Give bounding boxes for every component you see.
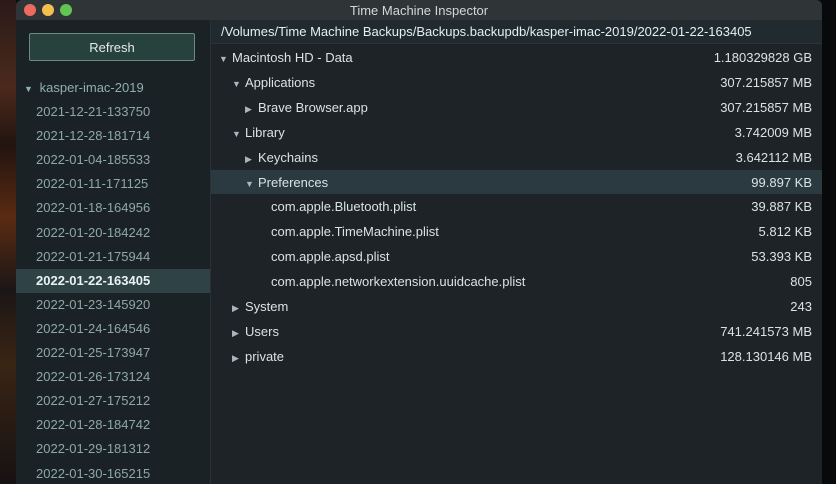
tree-row-size: 128.130146 MB	[720, 348, 812, 364]
snapshot-item[interactable]: 2022-01-24-164546	[16, 317, 210, 341]
disclosure-collapsed-icon[interactable]: ▶	[232, 321, 245, 346]
host-item[interactable]: ▼ kasper-imac-2019	[24, 80, 144, 95]
tree-row[interactable]: com.apple.Bluetooth.plist 39.887 KB	[211, 194, 822, 219]
snapshot-item[interactable]: 2022-01-04-185533	[16, 148, 210, 172]
tree-row-label: System	[245, 299, 289, 314]
snapshot-item[interactable]: 2022-01-25-173947	[16, 341, 210, 365]
tree-row-label: Keychains	[258, 149, 318, 165]
tree-row-label: com.apple.apsd.plist	[271, 249, 390, 265]
snapshot-item[interactable]: 2022-01-26-173124	[16, 365, 210, 389]
tree-row-name: com.apple.networkextension.uuidcache.pli…	[258, 269, 525, 294]
tree-row-name: com.apple.apsd.plist	[258, 244, 390, 269]
tree-row-size: 243	[790, 299, 812, 314]
disclosure-expanded-icon[interactable]: ▼	[232, 122, 245, 147]
snapshot-item[interactable]: 2022-01-27-175212	[16, 389, 210, 413]
disclosure-collapsed-icon[interactable]: ▶	[232, 296, 245, 321]
snapshot-item[interactable]: 2021-12-28-181714	[16, 124, 210, 148]
tree-row-size: 1.180329828 GB	[713, 50, 812, 65]
tree-row-size: 39.887 KB	[751, 199, 812, 215]
tree-row[interactable]: ▼ Library 3.742009 MB	[211, 120, 822, 145]
tree-row[interactable]: com.apple.networkextension.uuidcache.pli…	[211, 269, 822, 294]
tree-row-label: com.apple.Bluetooth.plist	[271, 199, 417, 215]
path-bar: /Volumes/Time Machine Backups/Backups.ba…	[211, 20, 822, 44]
tree-row-label: Users	[245, 323, 279, 339]
tree-row-size: 307.215857 MB	[720, 74, 812, 90]
tree-row-label: Preferences	[258, 174, 329, 190]
snapshot-item[interactable]: 2022-01-21-175944	[16, 245, 210, 269]
tree-row-size: 307.215857 MB	[720, 99, 812, 115]
host-label: kasper-imac-2019	[39, 80, 144, 95]
snapshot-item[interactable]: 2022-01-28-184742	[16, 413, 210, 437]
tree-row-size: 99.897 KB	[751, 174, 812, 190]
tree-row[interactable]: ▶ System 243	[211, 294, 822, 319]
tree-row-size: 3.642112 MB	[735, 149, 812, 165]
tree-row[interactable]: ▼ Applications 307.215857 MB	[211, 70, 822, 95]
tree-row-name: ▶ Keychains	[245, 145, 318, 172]
disclosure-collapsed-icon[interactable]: ▶	[232, 346, 245, 371]
desktop-background-right	[822, 0, 836, 484]
tree-row-name: ▶ System	[232, 294, 288, 321]
tree-row-size: 3.742009 MB	[734, 124, 812, 140]
snapshot-item[interactable]: 2022-01-20-184242	[16, 221, 210, 245]
window-title: Time Machine Inspector	[349, 3, 489, 18]
tree-row[interactable]: ▼ Preferences 99.897 KB	[211, 169, 822, 197]
tree-row-name: com.apple.Bluetooth.plist	[258, 194, 416, 219]
tree-row[interactable]: ▶ Keychains 3.642112 MB	[211, 145, 822, 170]
tree-row-name: ▼ Library	[232, 120, 285, 147]
tree-row-size: 5.812 KB	[758, 224, 813, 240]
tree-row[interactable]: com.apple.apsd.plist 53.393 KB	[211, 244, 822, 269]
tree-row[interactable]: ▼ Macintosh HD - Data 1.180329828 GB	[211, 45, 822, 70]
tree-row-label: Macintosh HD - Data	[232, 50, 353, 65]
snapshot-item[interactable]: 2022-01-11-171125	[16, 172, 210, 196]
disclosure-expanded-icon[interactable]: ▼	[219, 47, 232, 72]
snapshot-item[interactable]: 2022-01-23-145920	[16, 293, 210, 317]
disclosure-collapsed-icon[interactable]: ▶	[245, 97, 258, 122]
disclosure-expanded-icon[interactable]: ▼	[245, 172, 258, 197]
snapshot-item[interactable]: 2021-12-21-133750	[16, 100, 210, 124]
tree-row-size: 741.241573 MB	[720, 323, 812, 339]
tree-row[interactable]: com.apple.TimeMachine.plist 5.812 KB	[211, 219, 822, 244]
snapshot-item[interactable]: 2022-01-30-165215	[16, 462, 210, 484]
disclosure-expanded-icon[interactable]: ▼	[24, 84, 36, 94]
tree-row-size: 53.393 KB	[751, 249, 812, 265]
snapshot-item[interactable]: 2022-01-22-163405	[16, 268, 210, 294]
tree-row-name: ▶ Users	[232, 319, 279, 346]
tree-row[interactable]: ▶ Brave Browser.app 307.215857 MB	[211, 95, 822, 120]
tree-row-name: ▶ private	[232, 344, 284, 371]
desktop-wallpaper-left	[0, 0, 16, 484]
tree-row-name: ▶ Brave Browser.app	[245, 95, 368, 122]
tree-row-name: ▼ Macintosh HD - Data	[219, 45, 353, 72]
tree-row-label: Brave Browser.app	[258, 99, 368, 115]
tree-row-name: com.apple.TimeMachine.plist	[258, 219, 439, 244]
tree-row-label: Applications	[245, 74, 316, 90]
disclosure-expanded-icon[interactable]: ▼	[232, 72, 245, 97]
sidebar: Refresh ▼ kasper-imac-2019 2021-12-21-13…	[16, 20, 211, 484]
tree-row-label: com.apple.networkextension.uuidcache.pli…	[271, 274, 526, 290]
refresh-button[interactable]: Refresh	[29, 33, 195, 61]
tree-row-size: 805	[790, 274, 812, 290]
app-window: Time Machine Inspector Refresh ▼ kasper-…	[16, 0, 822, 484]
disclosure-collapsed-icon[interactable]: ▶	[245, 147, 258, 172]
tree-row[interactable]: ▶ Users 741.241573 MB	[211, 319, 822, 344]
snapshot-item[interactable]: 2022-01-18-164956	[16, 196, 210, 220]
snapshot-item[interactable]: 2022-01-29-181312	[16, 437, 210, 461]
file-browser: /Volumes/Time Machine Backups/Backups.ba…	[211, 20, 822, 484]
tree-row-label: Library	[245, 124, 285, 140]
tree-row[interactable]: ▶ private 128.130146 MB	[211, 344, 822, 369]
tree-row-name: ▼ Preferences	[245, 170, 328, 197]
title-bar: Time Machine Inspector	[16, 0, 822, 21]
tree-row-label: private	[245, 348, 285, 364]
tree-row-name: ▼ Applications	[232, 70, 315, 97]
tree-row-label: com.apple.TimeMachine.plist	[271, 224, 439, 240]
